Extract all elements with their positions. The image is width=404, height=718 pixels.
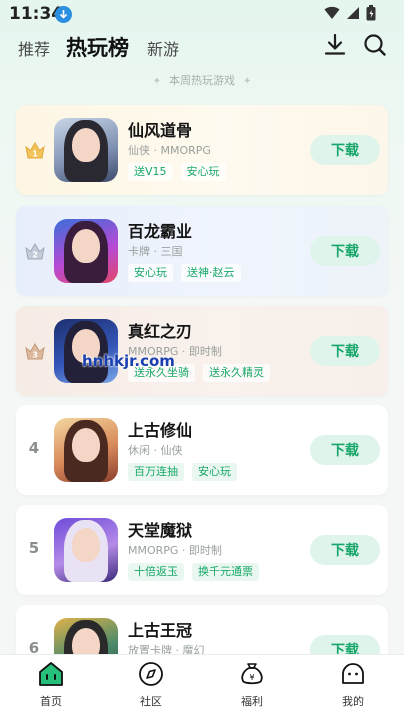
- nav-label: 社区: [140, 695, 162, 708]
- game-tag: 十倍返玉: [128, 563, 184, 581]
- game-name[interactable]: 上古王冠: [128, 617, 192, 641]
- cell-signal-icon: [347, 7, 359, 19]
- bottom-nav: 首页 社区 ¥ 福利 我的: [0, 654, 404, 718]
- rank-number: 5: [28, 539, 40, 557]
- status-bar: 11:34: [0, 0, 404, 28]
- rank-number: 4: [28, 439, 40, 457]
- tab-recommend[interactable]: 推荐: [18, 36, 50, 60]
- battery-icon: [366, 5, 376, 21]
- download-button[interactable]: 下载: [310, 435, 380, 465]
- download-notification-icon: [55, 6, 72, 23]
- game-icon[interactable]: [54, 518, 118, 582]
- game-tag: 安心玩: [128, 264, 173, 282]
- game-card-rank-1[interactable]: 1 仙风道骨 仙侠 · MMORPG 送V15 安心玩 下载: [16, 105, 388, 195]
- tab-new-games[interactable]: 新游: [147, 36, 179, 60]
- nav-community[interactable]: 社区: [121, 661, 181, 709]
- download-button[interactable]: 下载: [310, 236, 380, 266]
- sparkle-icon: ✦: [243, 76, 252, 87]
- nav-label: 福利: [241, 695, 263, 708]
- watermark-text: hnhkjr.com: [82, 352, 175, 370]
- ranking-subtitle: ✦ 本周热玩游戏 ✦: [0, 72, 404, 88]
- game-tags: 安心玩 送神·赵云: [128, 264, 241, 282]
- bronze-crown-icon: 3: [25, 343, 45, 360]
- game-icon[interactable]: [54, 319, 118, 383]
- home-icon: [39, 662, 63, 686]
- game-icon[interactable]: [54, 219, 118, 283]
- game-card-rank-5[interactable]: 5 天堂魔狱 MMORPG · 即时制 十倍返玉 换千元通票 下载: [16, 505, 388, 595]
- svg-text:1: 1: [32, 150, 38, 159]
- search-icon[interactable]: [362, 32, 388, 58]
- game-genre: MMORPG · 即时制: [128, 544, 222, 557]
- status-icons: [324, 5, 376, 21]
- download-icon[interactable]: [322, 32, 348, 58]
- nav-label: 我的: [342, 695, 364, 708]
- nav-mine[interactable]: 我的: [323, 661, 383, 709]
- face-icon: [342, 663, 364, 684]
- game-tag: 安心玩: [180, 163, 226, 181]
- nav-welfare[interactable]: ¥ 福利: [222, 661, 282, 709]
- game-name[interactable]: 仙风道骨: [128, 117, 192, 141]
- svg-text:3: 3: [32, 351, 38, 360]
- top-tab-bar: 推荐 热玩榜 新游: [0, 30, 404, 64]
- game-tag: 安心玩: [192, 463, 237, 481]
- svg-text:¥: ¥: [249, 673, 254, 682]
- game-icon[interactable]: [54, 418, 118, 482]
- nav-home[interactable]: 首页: [21, 661, 81, 709]
- money-bag-icon: ¥: [241, 663, 263, 685]
- game-card-rank-2[interactable]: 2 百龙霸业 卡牌 · 三国 安心玩 送神·赵云 下载: [16, 206, 388, 296]
- silver-crown-icon: 2: [25, 243, 45, 260]
- game-name[interactable]: 百龙霸业: [128, 218, 192, 242]
- game-name[interactable]: 上古修仙: [128, 417, 192, 441]
- game-tag: 换千元通票: [192, 563, 259, 581]
- download-button[interactable]: 下载: [310, 135, 380, 165]
- game-tag: 送神·赵云: [181, 264, 241, 282]
- svg-text:2: 2: [32, 251, 38, 260]
- game-tags: 送V15 安心玩: [128, 163, 226, 181]
- download-button[interactable]: 下载: [310, 336, 380, 366]
- game-tag: 送V15: [128, 163, 173, 181]
- game-genre: 仙侠 · MMORPG: [128, 144, 211, 157]
- game-tags: 十倍返玉 换千元通票: [128, 563, 259, 581]
- game-tag: 送永久精灵: [203, 364, 270, 382]
- game-tag: 百万连抽: [128, 463, 184, 481]
- game-genre: 卡牌 · 三国: [128, 245, 183, 258]
- wifi-icon: [324, 6, 340, 19]
- game-tags: 百万连抽 安心玩: [128, 463, 237, 481]
- game-card-rank-4[interactable]: 4 上古修仙 休闲 · 仙侠 百万连抽 安心玩 下载: [16, 405, 388, 495]
- subtitle-text: 本周热玩游戏: [169, 74, 235, 87]
- game-name[interactable]: 天堂魔狱: [128, 517, 192, 541]
- gold-crown-icon: 1: [25, 142, 45, 159]
- sparkle-icon: ✦: [152, 76, 161, 87]
- nav-label: 首页: [40, 695, 62, 708]
- game-genre: 休闲 · 仙侠: [128, 444, 183, 457]
- game-name[interactable]: 真红之刃: [128, 318, 192, 342]
- game-card-rank-3[interactable]: 3 真红之刃 MMORPG · 即时制 送永久坐骑 送永久精灵 下载: [16, 306, 388, 396]
- compass-icon: [139, 662, 163, 686]
- game-icon[interactable]: [54, 118, 118, 182]
- tab-hot-ranking[interactable]: 热玩榜: [66, 32, 129, 62]
- download-button[interactable]: 下载: [310, 535, 380, 565]
